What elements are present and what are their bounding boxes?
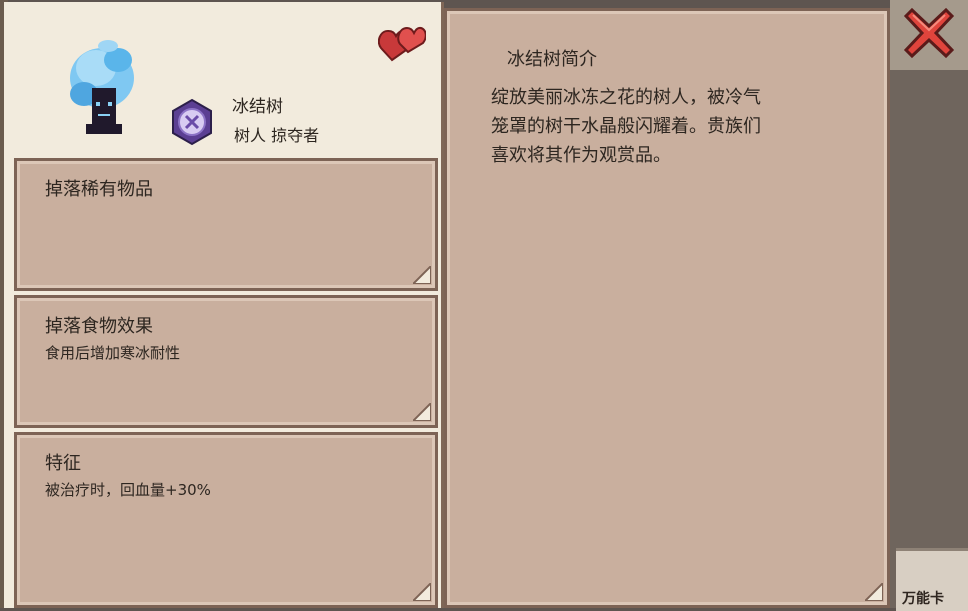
page-corner-icon xyxy=(413,403,431,421)
close-button[interactable] xyxy=(902,6,956,60)
monster-info-panel: 冰结树 树人 掠夺者 掉落稀有物品 掉落食物效果 食用后增加寒冰耐性 特征 被治… xyxy=(4,2,444,608)
intro-line: 喜欢将其作为观赏品。 xyxy=(491,145,671,166)
intro-panel: 冰结树简介 绽放美丽冰冻之花的树人，被冷气 笼罩的树干水晶般闪耀着。贵族们 喜欢… xyxy=(444,8,890,608)
food-effect-title: 掉落食物效果 xyxy=(45,316,153,337)
intro-title: 冰结树简介 xyxy=(507,49,597,70)
trait-section: 特征 被治疗时，回血量+30% xyxy=(14,432,438,608)
background-right xyxy=(890,0,968,608)
monster-name: 冰结树 xyxy=(232,97,283,117)
heart-icon[interactable] xyxy=(378,24,426,62)
rare-drop-title: 掉落稀有物品 xyxy=(45,179,153,200)
intro-line: 绽放美丽冰冻之花的树人，被冷气 xyxy=(491,87,761,108)
page-corner-icon xyxy=(865,583,883,601)
monster-header: 冰结树 树人 掠夺者 xyxy=(4,2,441,158)
close-x-icon xyxy=(903,7,955,59)
page-corner-icon xyxy=(413,583,431,601)
universal-card-label: 万能卡 xyxy=(902,591,944,607)
rare-drop-section: 掉落稀有物品 xyxy=(14,158,438,291)
ice-tree-sprite-icon xyxy=(70,40,134,134)
page-corner-icon xyxy=(413,266,431,284)
purple-x-badge-icon xyxy=(172,98,212,146)
intro-description: 绽放美丽冰冻之花的树人，被冷气 笼罩的树干水晶般闪耀着。贵族们 喜欢将其作为观赏… xyxy=(491,83,871,170)
intro-line: 笼罩的树干水晶般闪耀着。贵族们 xyxy=(491,116,761,137)
food-effect-text: 食用后增加寒冰耐性 xyxy=(45,344,181,362)
trait-text: 被治疗时，回血量+30% xyxy=(45,481,211,499)
trait-title: 特征 xyxy=(45,453,81,474)
food-effect-section: 掉落食物效果 食用后增加寒冰耐性 xyxy=(14,295,438,428)
monster-tags: 树人 掠夺者 xyxy=(234,126,320,145)
